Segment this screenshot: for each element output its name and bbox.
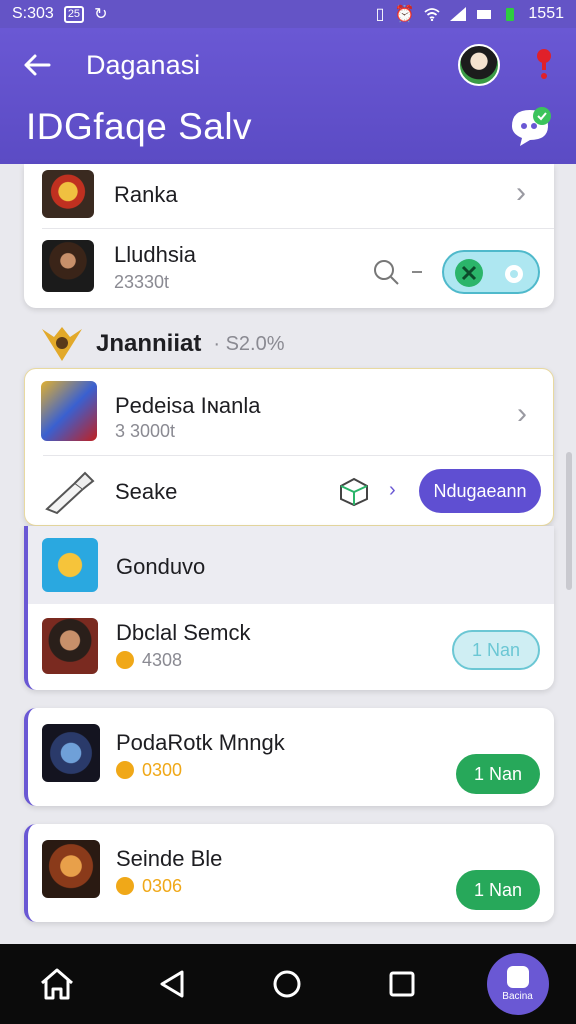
item-subtext: 23330t <box>114 272 170 292</box>
list-item-lludhsia[interactable]: Lludhsia 23330t <box>24 228 554 308</box>
pin-icon[interactable] <box>534 48 554 82</box>
search-icon[interactable] <box>372 258 400 286</box>
game-thumbnail <box>42 840 100 898</box>
card-pedeisa: Pedeisa Iɴanla 3 3000t › Seake › Ndugaea… <box>24 368 554 526</box>
card-seinde: Seinde Ble 0306 1 Nan <box>24 824 554 922</box>
list-item-ranka[interactable]: Ranka › <box>24 164 554 228</box>
coin-icon <box>116 651 134 669</box>
game-thumbnail <box>42 170 94 218</box>
wrench-icon <box>45 471 95 515</box>
sync-icon: ↻ <box>94 6 108 23</box>
battery-outline-icon <box>477 10 492 19</box>
action-button[interactable]: Ndugaeann <box>419 469 541 513</box>
item-value: 0300 <box>116 760 182 781</box>
fab-label: Bacina <box>502 991 533 1002</box>
list-item-seake[interactable]: Seake › Ndugaeann <box>25 455 553 527</box>
item-name: Ranka <box>114 182 178 207</box>
item-name: Dbclal Semck <box>116 620 251 645</box>
status-bar: S:303 25 ↻ ▯ ⏰ 1551 <box>0 0 576 28</box>
item-name: PodaRotk Mnngk <box>116 730 285 755</box>
claim-button[interactable]: 1 Nan <box>456 754 540 794</box>
value-text: 0306 <box>142 876 183 896</box>
value-text: 0300 <box>142 760 183 780</box>
chevron-right-icon[interactable]: › <box>517 399 527 429</box>
section-label: Jnanniiat <box>96 330 202 357</box>
status-box-badge: 25 <box>63 5 85 23</box>
claim-button[interactable]: 1 Nan <box>452 630 540 670</box>
game-thumbnail <box>42 538 98 592</box>
list-item-dbclal[interactable]: Dbclal Semck 4308 1 Nan <box>28 604 554 690</box>
coin-icon <box>116 877 134 895</box>
chat-bubble-icon[interactable] <box>508 104 554 150</box>
dash-separator <box>412 271 422 273</box>
value-text: 4308 <box>142 650 183 670</box>
section-percent: · S2.0% <box>213 332 285 355</box>
item-value: 4308 <box>116 650 182 671</box>
badge-icon <box>42 327 82 361</box>
card-podarotk: PodaRotk Mnngk 0300 1 Nan <box>24 708 554 806</box>
header-subtitle: Daganasi <box>86 50 201 80</box>
app-icon <box>506 966 529 988</box>
recents-square-icon[interactable] <box>372 954 432 1014</box>
wifi-icon <box>424 8 440 21</box>
item-value: 0306 <box>116 876 182 897</box>
game-thumbnail <box>42 724 100 782</box>
game-thumbnail <box>42 240 94 292</box>
battery-icon <box>506 8 515 21</box>
card-gonduvo: Gonduvo Dbclal Semck 4308 1 Nan <box>24 526 554 690</box>
home-icon[interactable] <box>27 954 87 1014</box>
list-item-pedeisa[interactable]: Pedeisa Iɴanla 3 3000t › <box>25 369 553 455</box>
item-name: Lludhsia <box>114 242 196 267</box>
item-subtext: 3 3000t <box>115 421 176 441</box>
list-item-gonduvo[interactable]: Gonduvo <box>28 526 554 604</box>
status-time: S:303 <box>12 5 54 22</box>
tools-icon <box>455 259 483 287</box>
gear-icon <box>505 265 523 283</box>
section-header: Jnanniiat · S2.0% <box>40 322 285 366</box>
vibrate-icon: ▯ <box>375 6 385 23</box>
scrollbar[interactable] <box>566 452 572 590</box>
chevron-right-icon: › <box>389 479 396 501</box>
game-thumbnail <box>41 381 97 441</box>
list-item-seinde[interactable]: Seinde Ble 0306 1 Nan <box>28 824 554 922</box>
item-name: Pedeisa Iɴanla <box>115 393 261 418</box>
arrow-left-icon[interactable] <box>20 48 54 82</box>
bottom-nav-bar: Bacina <box>0 944 576 1024</box>
game-thumbnail <box>42 618 98 674</box>
home-circle-icon[interactable] <box>257 954 317 1014</box>
item-name: Seinde Ble <box>116 846 223 871</box>
battery-text: 1551 <box>528 5 564 22</box>
alarm-icon: ⏰ <box>394 6 415 23</box>
app-header: Daganasi IDGfaqe Salv <box>0 28 576 164</box>
list-item-podarotk[interactable]: PodaRotk Mnngk 0300 1 Nan <box>28 708 554 806</box>
signal-icon <box>450 7 467 21</box>
fab-button[interactable]: Bacina <box>486 953 549 1015</box>
chevron-right-icon[interactable]: › <box>516 178 526 208</box>
card-ranka: Ranka › Lludhsia 23330t <box>24 164 554 308</box>
cube-icon <box>340 477 368 507</box>
coin-icon <box>116 761 134 779</box>
item-name: Seake <box>115 479 178 504</box>
avatar[interactable] <box>458 44 500 86</box>
claim-button[interactable]: 1 Nan <box>456 870 540 910</box>
toggle-switch[interactable] <box>442 250 540 294</box>
back-triangle-icon[interactable] <box>142 954 202 1014</box>
page-title: IDGfaqe Salv <box>26 106 253 147</box>
item-name: Gonduvo <box>116 554 206 579</box>
